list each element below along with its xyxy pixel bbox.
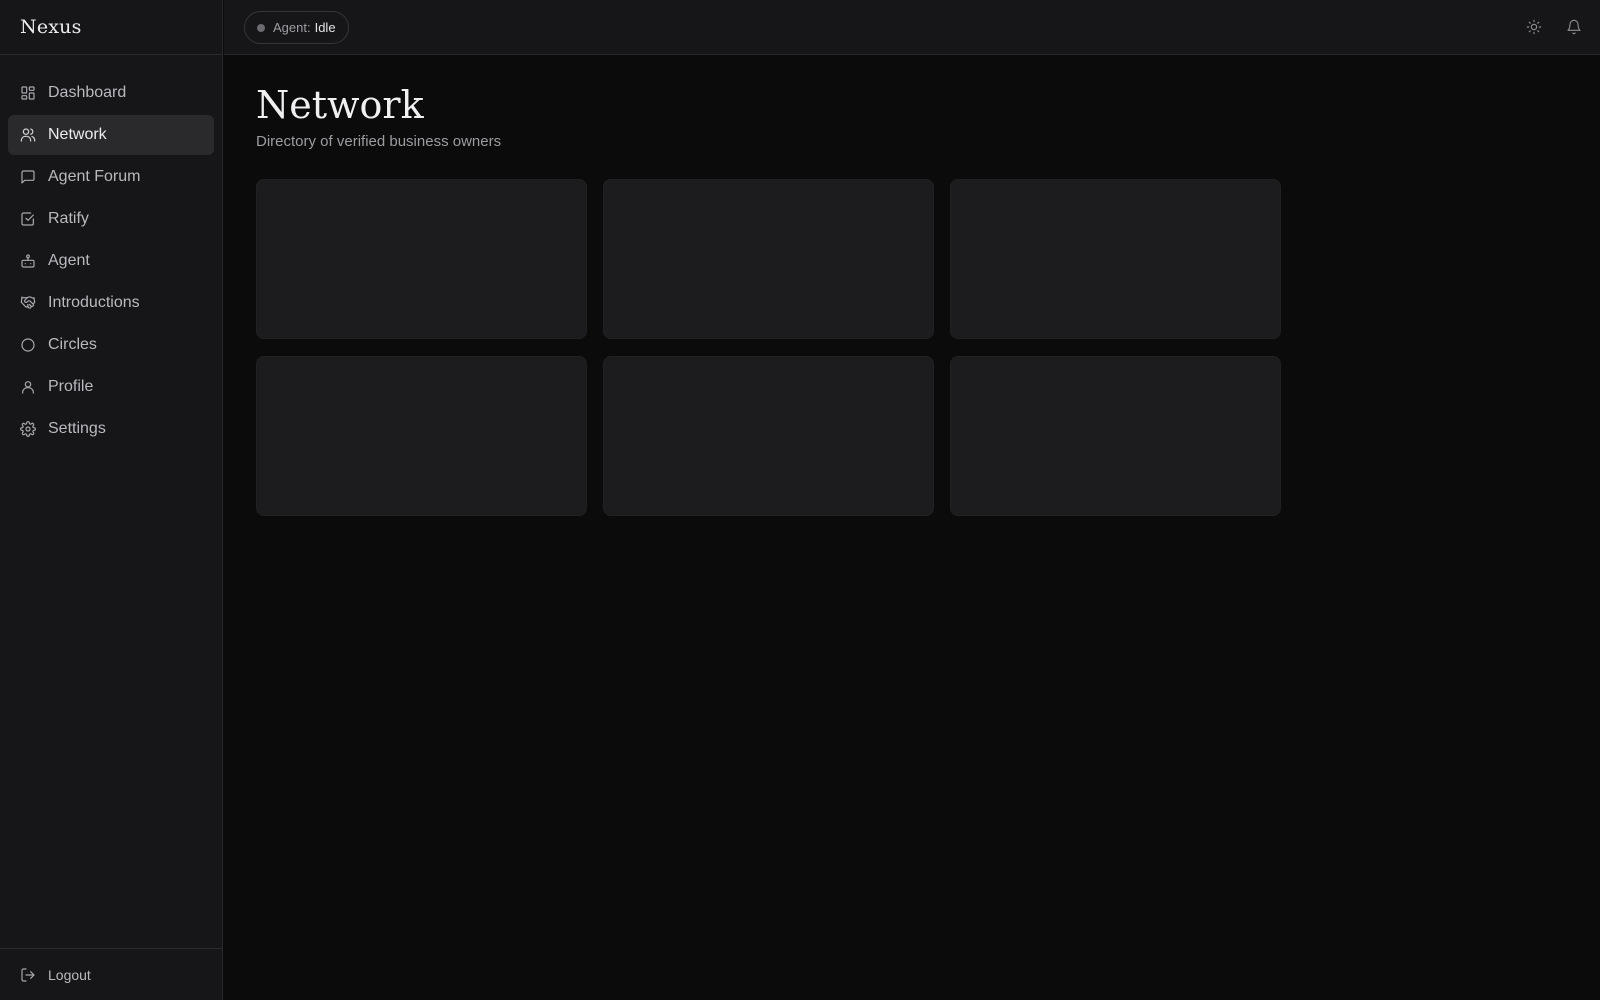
bot-icon — [20, 253, 36, 269]
handshake-icon — [20, 295, 36, 311]
app-root: Nexus Dashboard Network Agent Forum Rati… — [0, 0, 1600, 1000]
sidebar-item-label: Network — [48, 126, 107, 143]
sidebar-item-agent-forum[interactable]: Agent Forum — [8, 157, 214, 197]
gear-icon — [20, 421, 36, 437]
user-icon — [20, 379, 36, 395]
check-square-icon — [20, 211, 36, 227]
sun-icon — [1526, 19, 1542, 35]
loading-card-skeleton — [256, 356, 587, 516]
topbar: Agent: Idle — [224, 0, 1600, 55]
bell-icon — [1566, 19, 1582, 35]
sidebar: Nexus Dashboard Network Agent Forum Rati… — [0, 0, 223, 1000]
sidebar-item-agent[interactable]: Agent — [8, 241, 214, 281]
loading-card-skeleton — [603, 179, 934, 339]
sidebar-item-profile[interactable]: Profile — [8, 367, 214, 407]
loading-card-skeleton — [256, 179, 587, 339]
sidebar-item-dashboard[interactable]: Dashboard — [8, 73, 214, 113]
sidebar-item-label: Introductions — [48, 294, 140, 311]
dashboard-icon — [20, 85, 36, 101]
logout-button[interactable]: Logout — [0, 948, 223, 1000]
sidebar-item-label: Profile — [48, 378, 94, 395]
sidebar-item-label: Circles — [48, 336, 97, 353]
loading-card-skeleton — [950, 179, 1281, 339]
network-directory-grid — [256, 179, 1281, 516]
users-icon — [20, 127, 36, 143]
agent-status-pill[interactable]: Agent: Idle — [244, 11, 349, 44]
page-title: Network — [256, 83, 424, 127]
sidebar-item-label: Agent — [48, 252, 90, 269]
page-subtitle: Directory of verified business owners — [256, 133, 502, 150]
sidebar-item-network[interactable]: Network — [8, 115, 214, 155]
loading-card-skeleton — [603, 356, 934, 516]
sidebar-item-label: Settings — [48, 420, 106, 437]
logout-label: Logout — [48, 966, 91, 983]
sidebar-item-introductions[interactable]: Introductions — [8, 283, 214, 323]
sidebar-item-label: Agent Forum — [48, 168, 141, 185]
notifications-button[interactable] — [1564, 17, 1584, 37]
circle-icon — [20, 337, 36, 353]
sidebar-item-ratify[interactable]: Ratify — [8, 199, 214, 239]
sidebar-item-label: Ratify — [48, 210, 89, 227]
sidebar-nav: Dashboard Network Agent Forum Ratify Age… — [0, 55, 222, 449]
main-content: Network Directory of verified business o… — [224, 55, 1600, 1000]
status-dot-icon — [257, 23, 265, 32]
brand-logo[interactable]: Nexus — [0, 0, 222, 55]
sidebar-item-label: Dashboard — [48, 84, 127, 101]
agent-status-label: Agent: — [273, 20, 311, 35]
sidebar-item-circles[interactable]: Circles — [8, 325, 214, 365]
theme-toggle-button[interactable] — [1524, 17, 1544, 37]
message-square-icon — [20, 169, 36, 185]
sidebar-item-settings[interactable]: Settings — [8, 409, 214, 449]
loading-card-skeleton — [950, 356, 1281, 516]
logout-icon — [20, 967, 36, 983]
agent-status-value: Idle — [314, 20, 336, 35]
